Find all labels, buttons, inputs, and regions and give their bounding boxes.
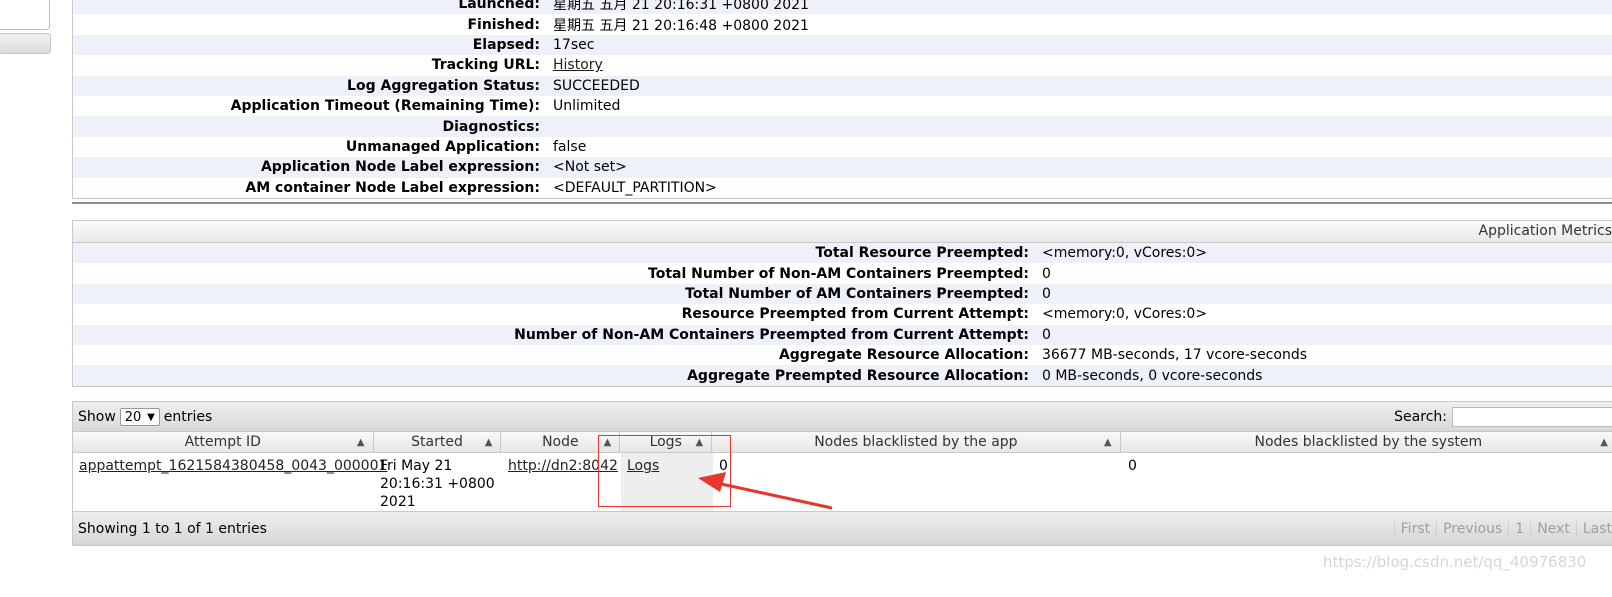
info-label: Tracking URL: xyxy=(431,57,540,74)
search-control: Search: xyxy=(1394,407,1612,427)
metric-label: Total Number of Non-AM Containers Preemp… xyxy=(648,265,1029,282)
pager-page-button[interactable]: 1 xyxy=(1508,520,1530,537)
info-value: Unlimited xyxy=(553,98,621,115)
column-label: Nodes blacklisted by the app xyxy=(814,434,1018,450)
tracking-url-link[interactable]: History xyxy=(553,57,603,73)
watermark-text: https://blog.csdn.net/qq_40976830 xyxy=(1323,553,1587,571)
metric-label: Number of Non-AM Containers Preempted fr… xyxy=(514,326,1029,343)
column-header-started[interactable]: Started ▲ xyxy=(374,432,502,452)
info-row: Application Node Label expression: <Not s… xyxy=(73,157,1612,178)
blacklisted-system-cell: 0 xyxy=(1128,458,1137,474)
application-metrics-table: Application Metrics Total Resource Preem… xyxy=(72,220,1612,387)
metric-row: Aggregate Preempted Resource Allocation:… xyxy=(73,365,1612,386)
pager-first-button[interactable]: First xyxy=(1393,520,1436,537)
info-label: Log Aggregation Status: xyxy=(347,77,540,94)
metric-value: 0 MB-seconds, 0 vcore-seconds xyxy=(1042,367,1263,384)
pager-previous-button[interactable]: Previous xyxy=(1436,520,1508,537)
started-line: 20:16:31 +0800 xyxy=(380,476,495,492)
info-row: Elapsed: 17sec xyxy=(73,34,1612,56)
metric-value: 36677 MB-seconds, 17 vcore-seconds xyxy=(1042,347,1307,364)
show-label: Show xyxy=(78,409,116,425)
table-info-text: Showing 1 to 1 of 1 entries xyxy=(78,520,267,537)
metrics-header: Application Metrics xyxy=(73,221,1612,243)
attempts-toolbar: Show 20 ▼ entries Search: xyxy=(72,401,1612,432)
column-header-blacklisted-system[interactable]: Nodes blacklisted by the system ▲ xyxy=(1121,432,1612,452)
info-value: 17sec xyxy=(553,36,595,53)
sidebar-collapse-bar[interactable] xyxy=(0,33,51,54)
metric-label: Total Resource Preempted: xyxy=(815,245,1029,262)
info-label: Diagnostics: xyxy=(442,118,540,135)
column-label: Attempt ID xyxy=(184,434,261,450)
table-row: appattempt_1621584380458_0043_000001 Fri… xyxy=(72,453,1612,511)
sidebar-box xyxy=(0,0,50,30)
metric-label: Total Number of AM Containers Preempted: xyxy=(685,285,1029,302)
column-header-blacklisted-app[interactable]: Nodes blacklisted by the app ▲ xyxy=(712,432,1121,452)
info-label: Application Timeout (Remaining Time): xyxy=(230,98,540,115)
pager-last-button[interactable]: Last xyxy=(1575,520,1612,537)
metrics-rows: Total Resource Preempted: <memory:0, vCor… xyxy=(73,243,1612,386)
entries-label: entries xyxy=(163,409,213,425)
application-info-table: Launched: 星期五 五月 21 20:16:31 +0800 2021 F… xyxy=(72,0,1612,199)
metric-row: Total Resource Preempted: <memory:0, vCor… xyxy=(73,243,1612,264)
info-row: Tracking URL: History xyxy=(73,55,1612,76)
info-row: AM container Node Label expression: <DEFA… xyxy=(73,177,1612,198)
column-header-attempt-id[interactable]: Attempt ID ▲ xyxy=(73,432,374,452)
column-label: Nodes blacklisted by the system xyxy=(1254,434,1483,450)
metric-label: Aggregate Preempted Resource Allocation: xyxy=(687,367,1029,384)
info-label: Launched: xyxy=(458,0,540,13)
started-line: Fri May 21 xyxy=(380,458,453,474)
info-value: 星期五 五月 21 20:16:31 +0800 2021 xyxy=(553,0,809,14)
info-label: Unmanaged Application: xyxy=(345,138,540,155)
metric-value: <memory:0, vCores:0> xyxy=(1042,306,1208,323)
started-cell: Fri May 21 20:16:31 +0800 2021 xyxy=(380,457,495,511)
search-input[interactable] xyxy=(1452,407,1612,427)
pager-next-button[interactable]: Next xyxy=(1530,520,1576,537)
sort-icon: ▲ xyxy=(1600,437,1608,448)
info-label: Finished: xyxy=(467,16,540,33)
info-row: Log Aggregation Status: SUCCEEDED xyxy=(73,75,1612,96)
metric-row: Total Number of AM Containers Preempted:… xyxy=(73,283,1612,305)
info-label: Elapsed: xyxy=(472,36,540,53)
metric-label: Aggregate Resource Allocation: xyxy=(778,347,1029,364)
column-label: Node xyxy=(542,434,579,450)
info-row: Unmanaged Application: false xyxy=(73,136,1612,158)
annotation-arrow-icon xyxy=(698,472,833,510)
chevron-down-icon: ▼ xyxy=(147,411,155,423)
column-label: Started xyxy=(411,434,463,450)
metric-value: 0 xyxy=(1042,285,1051,302)
info-row: Application Timeout (Remaining Time): Unl… xyxy=(73,95,1612,117)
page-size-control: Show 20 ▼ entries xyxy=(78,408,212,426)
metric-row: Total Number of Non-AM Containers Preemp… xyxy=(73,263,1612,284)
sort-icon: ▲ xyxy=(484,437,493,448)
info-row: Launched: 星期五 五月 21 20:16:31 +0800 2021 xyxy=(73,0,1612,15)
info-label: Application Node Label expression: xyxy=(260,159,540,176)
info-row: Diagnostics: xyxy=(73,116,1612,137)
section-divider xyxy=(72,202,1612,204)
sort-icon: ▲ xyxy=(356,437,365,448)
info-value: <Not set> xyxy=(553,159,627,176)
metric-value: <memory:0, vCores:0> xyxy=(1042,245,1208,262)
info-value: <DEFAULT_PARTITION> xyxy=(553,179,717,196)
attempts-table-footer: Showing 1 to 1 of 1 entries First Previo… xyxy=(72,511,1612,546)
attempts-table-header: Attempt ID ▲ Started ▲ Node ▲ Logs ▲ Nodes b… xyxy=(72,431,1612,453)
info-label: AM container Node Label expression: xyxy=(245,179,540,196)
info-row: Finished: 星期五 五月 21 20:16:48 +0800 2021 xyxy=(73,14,1612,35)
started-line: 2021 xyxy=(380,494,416,510)
sort-icon: ▲ xyxy=(1103,437,1112,448)
page-size-select[interactable]: 20 ▼ xyxy=(119,408,160,426)
info-value: SUCCEEDED xyxy=(553,77,640,94)
pagination: First Previous 1 Next Last xyxy=(1393,520,1612,537)
info-value: false xyxy=(553,138,587,155)
page-size-value: 20 xyxy=(124,409,142,425)
metric-label: Resource Preempted from Current Attempt: xyxy=(681,306,1029,323)
search-label: Search: xyxy=(1394,409,1447,425)
attempt-id-link[interactable]: appattempt_1621584380458_0043_000001 xyxy=(79,457,387,475)
info-value: 星期五 五月 21 20:16:48 +0800 2021 xyxy=(553,17,809,34)
metric-row: Number of Non-AM Containers Preempted fr… xyxy=(73,324,1612,345)
metric-row: Resource Preempted from Current Attempt:… xyxy=(73,304,1612,325)
metric-value: 0 xyxy=(1042,326,1051,343)
metric-value: 0 xyxy=(1042,265,1051,282)
metric-row: Aggregate Resource Allocation: 36677 MB-s… xyxy=(73,344,1612,366)
